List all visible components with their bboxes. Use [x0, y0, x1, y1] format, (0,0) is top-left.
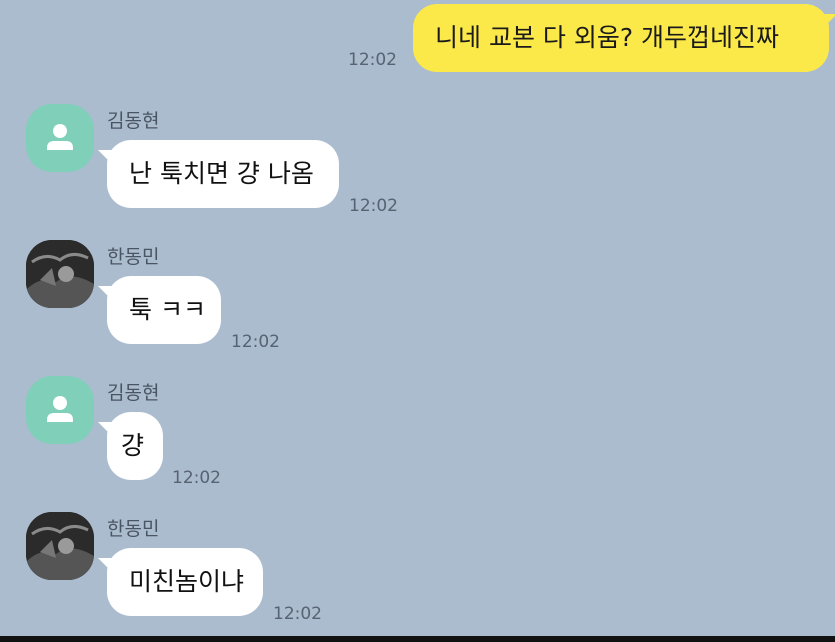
- avatar[interactable]: [26, 104, 94, 172]
- sender-name: 한동민: [107, 246, 160, 268]
- message-time: 12:02: [273, 604, 322, 624]
- avatar[interactable]: [26, 512, 94, 580]
- avatar[interactable]: [26, 376, 94, 444]
- avatar[interactable]: [26, 240, 94, 308]
- message-bubble[interactable]: 툭 ㅋㅋ: [98, 276, 221, 344]
- chat-room: 니네 교본 다 외움? 개두껍네진짜 12:02 김동현 난 툭치면 걍 나옴 …: [0, 0, 835, 636]
- person-icon: [47, 124, 73, 150]
- message-bubble[interactable]: 미친놈이냐: [98, 548, 263, 616]
- message-bubble[interactable]: 걍: [98, 412, 163, 480]
- message-time: 12:02: [348, 50, 397, 70]
- my-message-bubble[interactable]: 니네 교본 다 외움? 개두껍네진짜: [413, 4, 835, 72]
- bottom-edge: [0, 636, 835, 642]
- sender-name: 김동현: [107, 110, 160, 132]
- message-time: 12:02: [172, 468, 221, 488]
- person-icon: [47, 396, 73, 422]
- sender-name: 김동현: [107, 382, 160, 404]
- sender-name: 한동민: [107, 518, 160, 540]
- profile-photo-icon: [26, 512, 94, 580]
- message-time: 12:02: [231, 332, 280, 352]
- message-bubble[interactable]: 난 툭치면 걍 나옴: [98, 140, 339, 208]
- message-time: 12:02: [349, 196, 398, 216]
- profile-photo-icon: [26, 240, 94, 308]
